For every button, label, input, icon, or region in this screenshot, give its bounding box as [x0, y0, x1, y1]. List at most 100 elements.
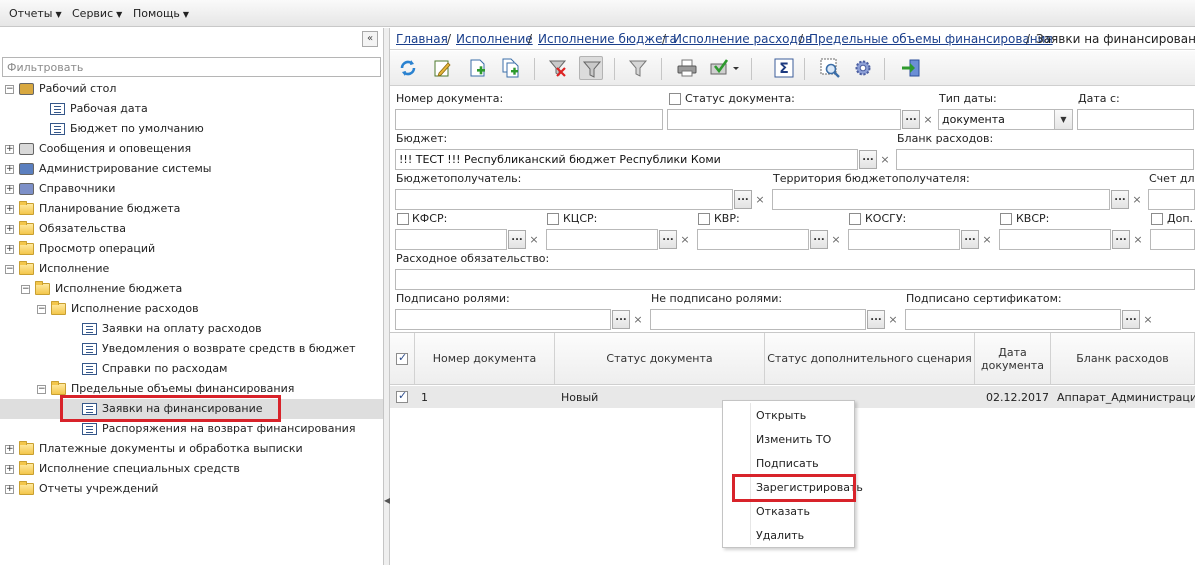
tree-item[interactable]: − Рабочий стол [0, 79, 383, 99]
expand-icon[interactable]: + [5, 145, 14, 154]
grid-header-doc-status[interactable]: Статус документа [555, 333, 765, 385]
tree-item[interactable]: Распоряжения на возврат финансирования [0, 419, 383, 439]
expand-icon[interactable]: + [5, 485, 14, 494]
kcsr-lookup-button[interactable]: ... [659, 230, 677, 249]
tree-item[interactable]: + Планирование бюджета [0, 199, 383, 219]
context-menu-edit-to[interactable]: Изменить ТО [723, 429, 854, 451]
doc-status-input[interactable] [667, 109, 901, 130]
budget-lookup-button[interactable]: ... [859, 150, 877, 169]
recipient-input[interactable] [395, 189, 733, 210]
kvsr-lookup-button[interactable]: ... [1112, 230, 1130, 249]
clear-filter-button[interactable] [546, 56, 570, 80]
filter-options-button[interactable] [626, 56, 650, 80]
tree-item[interactable]: + Обязательства [0, 219, 383, 239]
collapse-icon[interactable]: − [5, 85, 14, 94]
kvr-input[interactable] [697, 229, 809, 250]
kfsr-clear-button[interactable]: × [527, 230, 541, 249]
tree-item[interactable]: Уведомления о возврате средств в бюджет [0, 339, 383, 359]
edit-button[interactable] [431, 56, 455, 80]
kfsr-input[interactable] [395, 229, 507, 250]
kosgu-lookup-button[interactable]: ... [961, 230, 979, 249]
preview-button[interactable] [818, 56, 842, 80]
date-from-input[interactable] [1077, 109, 1194, 130]
unsigned-roles-lookup-button[interactable]: ... [867, 310, 885, 329]
budget-clear-button[interactable]: × [878, 150, 892, 169]
breadcrumb-link-expense-execution[interactable]: Исполнение расходов [673, 32, 812, 46]
obligation-input[interactable] [395, 269, 1195, 290]
grid-header-doc-number[interactable]: Номер документа [415, 333, 555, 385]
recipient-lookup-button[interactable]: ... [734, 190, 752, 209]
signature-button[interactable] [708, 56, 744, 80]
territory-input[interactable] [772, 189, 1110, 210]
expand-icon[interactable]: + [5, 445, 14, 454]
tree-item[interactable]: Рабочая дата [0, 99, 383, 119]
tree-item[interactable]: Заявки на оплату расходов [0, 319, 383, 339]
kvsr-clear-button[interactable]: × [1131, 230, 1145, 249]
collapse-icon[interactable]: − [21, 285, 30, 294]
doc-number-input[interactable] [395, 109, 663, 130]
kosgu-checkbox[interactable] [849, 213, 861, 225]
account-input[interactable] [1148, 189, 1195, 210]
breadcrumb-link-budget-execution[interactable]: Исполнение бюджета [538, 32, 677, 46]
doc-status-checkbox[interactable] [669, 93, 681, 105]
kcsr-clear-button[interactable]: × [678, 230, 692, 249]
settings-button[interactable] [851, 56, 875, 80]
expand-icon[interactable]: + [5, 245, 14, 254]
row-checkbox[interactable] [396, 389, 408, 403]
expense-form-input[interactable] [896, 149, 1194, 170]
signed-cert-lookup-button[interactable]: ... [1122, 310, 1140, 329]
extra-checkbox[interactable] [1151, 213, 1163, 225]
extra-input[interactable] [1150, 229, 1195, 250]
date-type-select[interactable]: документа [938, 109, 1073, 130]
signed-cert-clear-button[interactable]: × [1141, 310, 1155, 329]
expand-icon[interactable]: + [5, 185, 14, 194]
collapse-panel-button[interactable]: « [362, 31, 378, 47]
expand-icon[interactable]: + [5, 225, 14, 234]
tree-item[interactable]: + Сообщения и оповещения [0, 139, 383, 159]
exit-button[interactable] [899, 56, 923, 80]
kvr-clear-button[interactable]: × [829, 230, 843, 249]
doc-status-lookup-button[interactable]: ... [902, 110, 920, 129]
menu-help[interactable]: Помощь ▼ [133, 7, 189, 20]
tree-item[interactable]: + Исполнение специальных средств [0, 459, 383, 479]
signed-cert-input[interactable] [905, 309, 1121, 330]
territory-lookup-button[interactable]: ... [1111, 190, 1129, 209]
grid-header-expense-form[interactable]: Бланк расходов [1051, 333, 1195, 385]
tree-item[interactable]: + Отчеты учреждений [0, 479, 383, 499]
unsigned-roles-clear-button[interactable]: × [886, 310, 900, 329]
signed-roles-input[interactable] [395, 309, 611, 330]
expand-icon[interactable]: + [5, 205, 14, 214]
tree-item[interactable]: − Исполнение бюджета [0, 279, 383, 299]
grid-header-select-all[interactable] [390, 333, 415, 385]
tree-item[interactable]: − Исполнение расходов [0, 299, 383, 319]
sum-button[interactable]: Σ [772, 56, 796, 80]
signed-roles-lookup-button[interactable]: ... [612, 310, 630, 329]
tree-item[interactable]: − Исполнение [0, 259, 383, 279]
doc-status-clear-button[interactable]: × [921, 110, 935, 129]
filter-toggle-button[interactable] [579, 56, 603, 80]
territory-clear-button[interactable]: × [1130, 190, 1144, 209]
context-menu-sign[interactable]: Подписать [723, 453, 854, 475]
print-button[interactable] [675, 56, 699, 80]
signed-roles-clear-button[interactable]: × [631, 310, 645, 329]
menu-reports[interactable]: Отчеты ▼ [9, 7, 62, 20]
kvsr-input[interactable] [999, 229, 1111, 250]
tree-item[interactable]: + Справочники [0, 179, 383, 199]
tree-filter-input[interactable] [2, 57, 381, 77]
kcsr-input[interactable] [546, 229, 658, 250]
collapse-icon[interactable]: − [37, 385, 46, 394]
breadcrumb-link-financing-limits[interactable]: Предельные объемы финансирования [809, 32, 1053, 46]
tree-item[interactable]: + Платежные документы и обработка выписки [0, 439, 383, 459]
tree-item[interactable]: Справки по расходам [0, 359, 383, 379]
kcsr-checkbox[interactable] [547, 213, 559, 225]
expand-icon[interactable]: + [5, 465, 14, 474]
context-menu-reject[interactable]: Отказать [723, 501, 854, 523]
budget-input[interactable]: !!! ТЕСТ !!! Республиканский бюджет Респ… [395, 149, 858, 170]
collapse-icon[interactable]: − [37, 305, 46, 314]
tree-item[interactable]: Бюджет по умолчанию [0, 119, 383, 139]
expand-icon[interactable]: + [5, 165, 14, 174]
kosgu-input[interactable] [848, 229, 960, 250]
kfsr-lookup-button[interactable]: ... [508, 230, 526, 249]
kosgu-clear-button[interactable]: × [980, 230, 994, 249]
tree-item[interactable]: + Администрирование системы [0, 159, 383, 179]
